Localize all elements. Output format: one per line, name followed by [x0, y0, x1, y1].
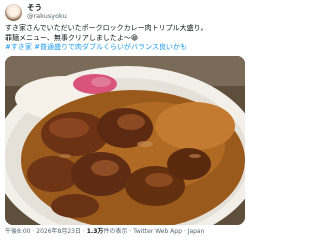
user-handle[interactable]: @rakusyoku: [27, 12, 67, 20]
display-name[interactable]: そう: [27, 3, 42, 12]
tweet-photo[interactable]: [5, 56, 245, 225]
separator: ·: [183, 228, 186, 235]
tweet-text-line-1: すき家さんでいただいたポークロックカレー肉トリプル大盛り。: [5, 24, 208, 32]
separator: ·: [129, 228, 132, 235]
tweet-text-line-2: 罪麺メニュー、無事クリアしましたよ〜😁: [5, 33, 139, 42]
hashtag-link[interactable]: #普通盛りで肉ダブルくらいがバランス良いかも: [34, 43, 187, 51]
tweet-time[interactable]: 午後8:00: [5, 228, 30, 235]
tweet-footer: 午後8:00 · 2026年8月23日 · 1.3万件の表示 · Twitter…: [5, 228, 245, 236]
separator: ·: [32, 228, 35, 235]
views-label: 件の表示: [103, 228, 128, 235]
tweet-hashtags: #すき家 #普通盛りで肉ダブルくらいがバランス良いかも: [5, 43, 245, 53]
curry-photo-illustration: [5, 56, 245, 225]
separator: ·: [82, 228, 85, 235]
tweet-date[interactable]: 2026年8月23日: [36, 228, 81, 235]
hashtag-link[interactable]: #すき家: [5, 43, 32, 51]
avatar[interactable]: [5, 4, 22, 21]
tweet-text: すき家さんでいただいたポークロックカレー肉トリプル大盛り。 罪麺メニュー、無事ク…: [5, 24, 245, 53]
tweet-source[interactable]: Twitter Web App: [133, 228, 182, 235]
tweet-header: そう @rakusyoku: [5, 3, 245, 21]
views-count: 1.3万: [86, 228, 104, 235]
tweet-location: Japan: [187, 228, 205, 235]
avatar-face: [9, 7, 18, 16]
